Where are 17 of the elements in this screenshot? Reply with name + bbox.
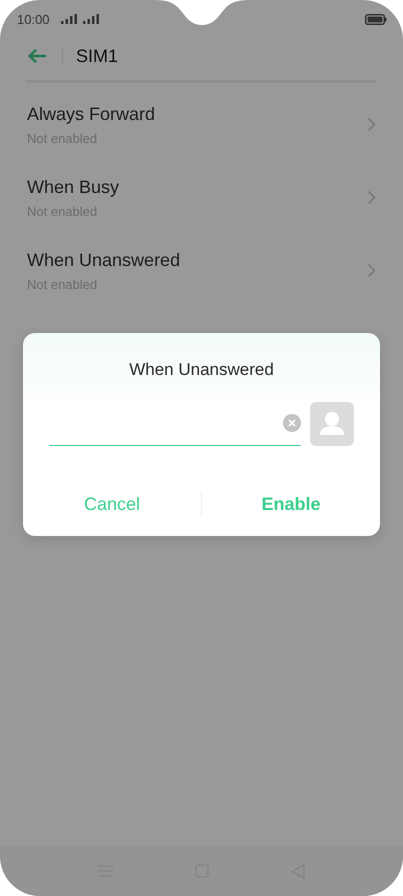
chevron-right-icon: [367, 263, 376, 278]
setting-title: When Unanswered: [27, 250, 182, 270]
battery-icon: [365, 14, 387, 24]
chevron-right-icon: [367, 190, 376, 205]
signal-icon: [82, 14, 100, 24]
cancel-button[interactable]: Cancel: [23, 484, 201, 524]
page-title: SIM1: [76, 46, 118, 66]
dialog-title: When Unanswered: [129, 360, 274, 380]
clear-icon[interactable]: [283, 414, 301, 432]
enable-button[interactable]: Enable: [202, 484, 380, 524]
clock-time: 10:00: [17, 12, 50, 26]
chevron-right-icon: [367, 117, 376, 132]
contact-icon[interactable]: [310, 402, 354, 446]
signal-icon: [60, 14, 78, 24]
setting-title: Always Forward: [27, 104, 156, 124]
back-arrow-icon[interactable]: [27, 49, 46, 63]
setting-title: When Busy: [27, 176, 120, 198]
